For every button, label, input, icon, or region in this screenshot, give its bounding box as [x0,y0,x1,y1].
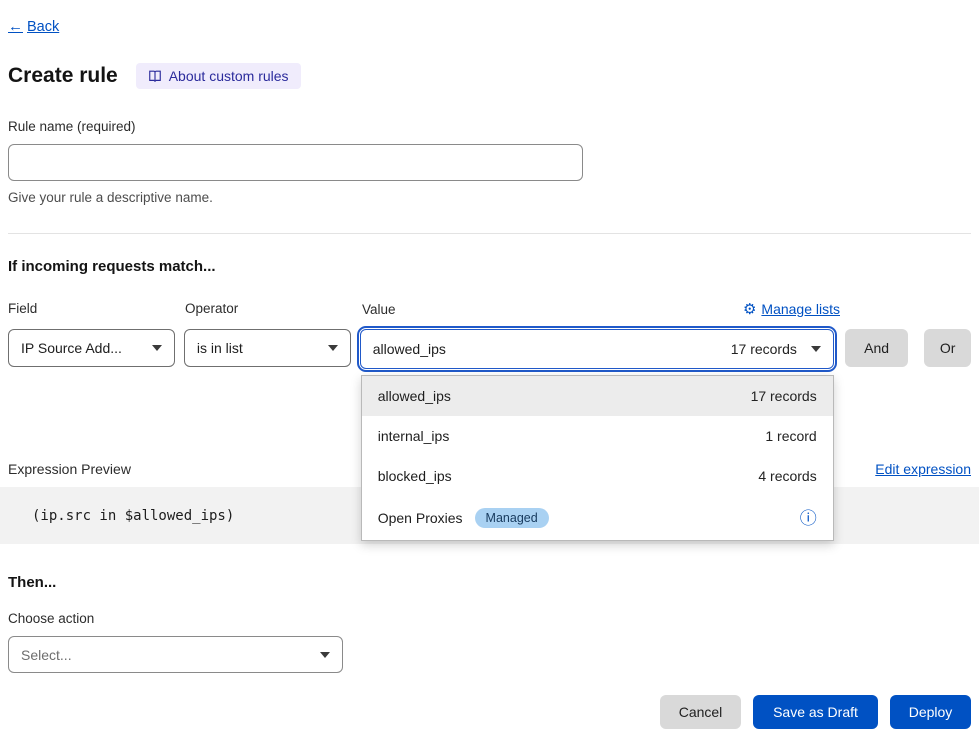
option-records: 17 records [751,388,817,404]
value-column-label: Value [362,302,396,317]
chevron-down-icon [328,345,338,351]
option-records: 1 record [765,428,816,444]
option-name: Open Proxies [378,510,463,526]
back-arrow-icon: ← [8,18,23,35]
and-button[interactable]: And [845,329,908,367]
expression-preview-label: Expression Preview [8,461,131,477]
gear-icon: ⚙ [743,302,756,317]
action-select-placeholder: Select... [21,647,72,663]
back-link-label: Back [27,19,59,35]
operator-select[interactable]: is in list [184,329,351,367]
field-column-label: Field [8,301,176,317]
manage-lists-label: Manage lists [761,301,840,317]
chevron-down-icon [811,346,821,352]
value-dropdown-menu: allowed_ips 17 records internal_ips 1 re… [361,375,834,541]
chevron-down-icon [320,652,330,658]
rule-name-label: Rule name (required) [8,119,971,134]
list-option-internal-ips[interactable]: internal_ips 1 record [362,416,833,456]
field-select[interactable]: IP Source Add... [8,329,175,367]
option-name: blocked_ips [378,468,452,484]
operator-select-value: is in list [197,340,243,356]
book-icon [148,69,162,83]
value-column-label-wrap: Value ⚙ Manage lists [362,301,840,317]
match-column-labels: Field Operator Value ⚙ Manage lists [8,301,971,317]
field-select-value: IP Source Add... [21,340,122,356]
about-custom-rules-label: About custom rules [169,68,289,84]
list-option-allowed-ips[interactable]: allowed_ips 17 records [362,376,833,416]
create-rule-page: ←Back Create rule About custom rules Rul… [0,0,979,729]
then-section-heading: Then... [8,574,971,591]
manage-lists-link[interactable]: ⚙ Manage lists [743,301,840,317]
save-as-draft-button[interactable]: Save as Draft [753,695,878,729]
or-button[interactable]: Or [924,329,971,367]
list-option-blocked-ips[interactable]: blocked_ips 4 records [362,456,833,496]
managed-badge: Managed [475,508,549,528]
rule-name-help-text: Give your rule a descriptive name. [8,190,971,205]
page-title: Create rule [8,64,118,88]
option-name: internal_ips [378,428,450,444]
cancel-button[interactable]: Cancel [660,695,741,729]
back-link[interactable]: ←Back [8,18,59,35]
chevron-down-icon [152,345,162,351]
match-section-heading: If incoming requests match... [8,258,971,275]
edit-expression-link[interactable]: Edit expression [875,461,971,477]
title-row: Create rule About custom rules [8,63,971,89]
value-select-right: 17 records [731,341,821,357]
expression-code: (ip.src in $allowed_ips) [32,508,234,524]
rule-name-input[interactable] [8,144,583,181]
match-controls-row: IP Source Add... is in list allowed_ips … [8,329,971,369]
section-divider [8,233,971,234]
footer-actions: Cancel Save as Draft Deploy [8,695,971,729]
list-option-open-proxies[interactable]: Open Proxies Managed ⓘ [362,496,833,540]
action-select[interactable]: Select... [8,636,343,673]
operator-column-label: Operator [185,301,353,317]
about-custom-rules-link[interactable]: About custom rules [136,63,301,89]
value-select-records: 17 records [731,341,797,357]
value-select[interactable]: allowed_ips 17 records [360,329,834,369]
option-records: 4 records [758,468,816,484]
option-name: allowed_ips [378,388,451,404]
value-select-name: allowed_ips [373,341,446,357]
deploy-button[interactable]: Deploy [890,695,971,729]
value-select-wrap: allowed_ips 17 records allowed_ips 17 re… [360,329,834,369]
info-icon[interactable]: ⓘ [800,510,817,527]
choose-action-label: Choose action [8,611,971,626]
